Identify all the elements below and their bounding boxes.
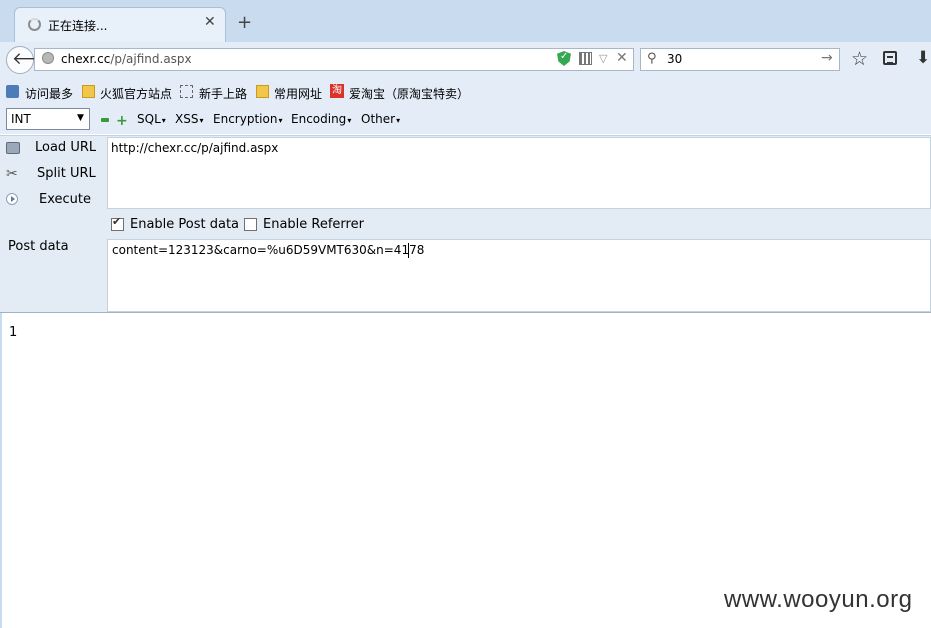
search-go-icon[interactable]: → (821, 50, 833, 66)
post-data-value[interactable]: content=123123&carno=%u6D59VMT630&n=4178 (112, 243, 424, 257)
qr-code-icon[interactable] (579, 52, 592, 65)
post-data-label: Post data (8, 239, 69, 254)
shield-check-icon: ✓ (560, 51, 569, 62)
menu-sql[interactable]: SQL (137, 112, 166, 126)
folder-icon (256, 85, 269, 98)
split-url-button[interactable]: Split URL (37, 166, 96, 181)
type-select-value[interactable]: INT (11, 112, 31, 126)
bookmark-star-icon[interactable]: ☆ (851, 48, 868, 70)
bookmark-getting-started[interactable]: 新手上路 (199, 85, 247, 102)
search-input[interactable]: 30 (667, 52, 682, 66)
url-text[interactable]: chexr.cc/p/ajfind.aspx (61, 52, 192, 66)
dashed-box-icon (180, 85, 193, 98)
checkmark-icon: ✔ (112, 215, 122, 228)
folder-icon (82, 85, 95, 98)
tab-title: 正在连接... (48, 19, 108, 33)
decrease-icon[interactable] (101, 118, 109, 122)
bookmarks-list-icon[interactable] (883, 51, 897, 65)
enable-referrer-label[interactable]: Enable Referrer (263, 217, 364, 232)
globe-icon (42, 52, 54, 64)
bookmark-common-sites[interactable]: 常用网址 (274, 85, 322, 102)
download-icon[interactable]: ⬇ (916, 48, 930, 68)
loading-throbber-icon (28, 18, 41, 31)
load-url-icon[interactable] (6, 142, 20, 154)
taobao-icon: 淘 (330, 84, 344, 98)
history-dropdown-icon[interactable]: ▽ (599, 52, 607, 65)
stop-icon[interactable]: ✕ (616, 50, 628, 66)
load-url-button[interactable]: Load URL (35, 140, 96, 155)
scissors-icon[interactable]: ✂ (6, 166, 20, 182)
url-host: chexr.cc (61, 52, 111, 66)
execute-icon[interactable] (6, 193, 18, 205)
menu-other[interactable]: Other (361, 112, 400, 126)
bookmark-most-visited[interactable]: 访问最多 (25, 85, 73, 102)
url-path: /p/ajfind.aspx (110, 52, 192, 66)
search-icon: ⚲ (647, 51, 657, 66)
tab-active[interactable] (14, 7, 226, 42)
page-result-text: 1 (9, 325, 18, 340)
content-divider (0, 312, 931, 313)
new-tab-button[interactable]: + (237, 12, 252, 33)
bookmark-firefox-official[interactable]: 火狐官方站点 (100, 85, 172, 102)
chevron-down-icon[interactable]: ▼ (77, 113, 84, 123)
text-caret (408, 243, 409, 258)
window-edge (0, 313, 2, 628)
increase-icon[interactable]: + (116, 113, 128, 129)
enable-post-label[interactable]: Enable Post data (130, 217, 239, 232)
url-textarea-value[interactable]: http://chexr.cc/p/ajfind.aspx (111, 141, 278, 155)
bookmark-page-icon (6, 85, 19, 98)
watermark-text: www.wooyun.org (724, 586, 913, 613)
bookmark-ai-taobao[interactable]: 爱淘宝（原淘宝特卖） (349, 85, 469, 102)
enable-referrer-checkbox[interactable] (244, 218, 257, 231)
tab-close-icon[interactable]: ✕ (204, 14, 216, 30)
menu-encoding[interactable]: Encoding (291, 112, 351, 126)
execute-button[interactable]: Execute (39, 192, 91, 207)
menu-xss[interactable]: XSS (175, 112, 203, 126)
menu-encryption[interactable]: Encryption (213, 112, 282, 126)
